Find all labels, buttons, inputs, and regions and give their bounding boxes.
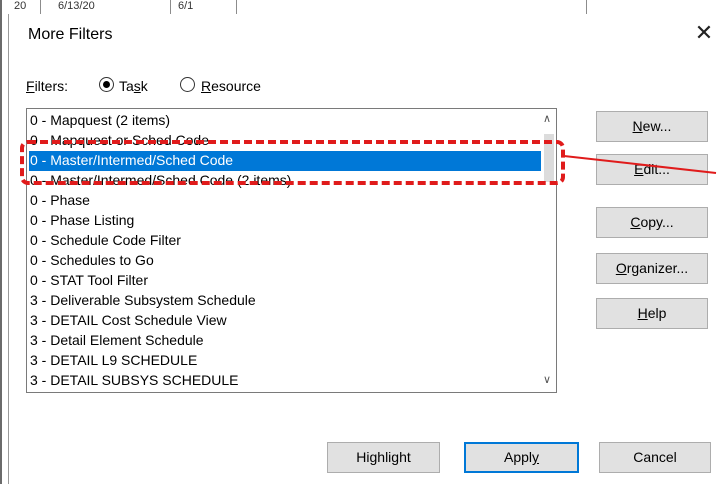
background-spreadsheet-strip: 20 6/13/20 6/1 bbox=[0, 0, 718, 14]
background-cell: 6/1 bbox=[178, 0, 194, 12]
list-item[interactable]: 0 - Mapquest (2 items) bbox=[29, 111, 542, 131]
grid-line bbox=[236, 0, 237, 14]
grid-line bbox=[586, 0, 587, 14]
resource-radio[interactable] bbox=[180, 77, 195, 92]
list-item[interactable]: 3 - DETAIL L9 SCHEDULE bbox=[29, 351, 542, 371]
list-item[interactable]: 0 - Schedule Code Filter bbox=[29, 231, 542, 251]
dialog-title: More Filters bbox=[28, 26, 113, 43]
list-item[interactable]: 0 - STAT Tool Filter bbox=[29, 271, 542, 291]
grid-line bbox=[40, 0, 41, 14]
close-icon[interactable]: ✕ bbox=[690, 19, 718, 47]
task-radio[interactable] bbox=[99, 77, 114, 92]
scroll-up-icon[interactable]: ∧ bbox=[543, 112, 551, 125]
list-item[interactable]: 0 - Schedules to Go bbox=[29, 251, 542, 271]
more-filters-dialog: More Filters ✕ Filters: Task Resource 0 … bbox=[8, 14, 718, 484]
list-item[interactable]: 3 - Deliverable Subsystem Schedule bbox=[29, 291, 542, 311]
help-button[interactable]: Help bbox=[596, 298, 708, 329]
background-cell: 6/13/20 bbox=[58, 0, 95, 12]
list-item[interactable]: 0 - Phase bbox=[29, 191, 542, 211]
resource-radio-label[interactable]: Resource bbox=[201, 78, 261, 94]
list-item[interactable]: 3 - DETAIL SUBSYS SCHEDULE bbox=[29, 371, 542, 391]
list-item[interactable]: 0 - Phase Listing bbox=[29, 211, 542, 231]
edit-button[interactable]: Edit... bbox=[596, 154, 708, 185]
highlight-button[interactable]: Highlight bbox=[327, 442, 440, 473]
new-button[interactable]: New... bbox=[596, 111, 708, 142]
background-cell: 20 bbox=[14, 0, 27, 12]
apply-button[interactable]: Apply bbox=[464, 442, 579, 473]
scroll-down-icon[interactable]: ∨ bbox=[543, 373, 551, 386]
copy-button[interactable]: Copy... bbox=[596, 207, 708, 238]
annotation-highlight-box bbox=[20, 140, 565, 185]
cancel-button[interactable]: Cancel bbox=[599, 442, 711, 473]
background-border bbox=[0, 0, 2, 484]
grid-line bbox=[170, 0, 171, 14]
organizer-button[interactable]: Organizer... bbox=[596, 253, 708, 284]
task-radio-label[interactable]: Task bbox=[119, 78, 148, 94]
list-item[interactable]: 3 - DETAIL Cost Schedule View bbox=[29, 311, 542, 331]
list-item[interactable]: 3 - Detail Element Schedule bbox=[29, 331, 542, 351]
filters-label: Filters: bbox=[26, 78, 69, 94]
